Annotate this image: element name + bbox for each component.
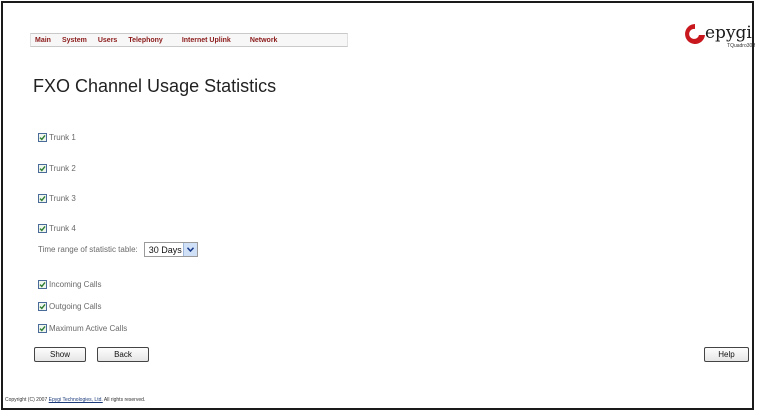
trunk-3-checkbox[interactable] — [38, 194, 47, 203]
check-icon — [39, 225, 46, 232]
nav-item-internet-uplink[interactable]: Internet Uplink — [182, 37, 231, 44]
max-active-calls-label: Maximum Active Calls — [49, 324, 128, 333]
epygi-swirl-icon — [685, 24, 705, 44]
footer-prefix: Copyright (C) 2007 — [5, 397, 48, 403]
check-icon — [39, 165, 46, 172]
check-icon — [39, 303, 46, 310]
nav-item-telephony[interactable]: Telephony — [128, 37, 162, 44]
outgoing-calls-row: Outgoing Calls — [38, 302, 101, 311]
nav-item-users[interactable]: Users — [98, 37, 117, 44]
trunk-1-row: Trunk 1 — [38, 133, 76, 142]
trunk-3-row: Trunk 3 — [38, 194, 76, 203]
check-icon — [39, 325, 46, 332]
footer-company-link[interactable]: Epygi Technologies, Ltd. — [49, 397, 103, 403]
time-range-select[interactable]: 30 Days — [143, 242, 198, 257]
trunk-3-label: Trunk 3 — [49, 194, 76, 203]
trunk-4-checkbox[interactable] — [38, 224, 47, 233]
trunk-2-row: Trunk 2 — [38, 164, 76, 173]
nav-item-system[interactable]: System — [62, 37, 87, 44]
trunk-2-label: Trunk 2 — [49, 164, 76, 173]
trunk-4-row: Trunk 4 — [38, 224, 76, 233]
incoming-calls-checkbox[interactable] — [38, 280, 47, 289]
footer: Copyright (C) 2007 Epygi Technologies, L… — [5, 397, 145, 403]
trunk-1-label: Trunk 1 — [49, 133, 76, 142]
nav-item-main[interactable]: Main — [35, 37, 51, 44]
trunk-1-checkbox[interactable] — [38, 133, 47, 142]
logo-model-text: TQuadro30ff — [727, 43, 755, 49]
max-active-calls-checkbox[interactable] — [38, 324, 47, 333]
max-active-calls-row: Maximum Active Calls — [38, 324, 127, 333]
time-range-label: Time range of statistic table: — [38, 245, 138, 254]
incoming-calls-row: Incoming Calls — [38, 280, 101, 289]
check-icon — [39, 281, 46, 288]
time-range-row: Time range of statistic table: 30 Days — [38, 242, 198, 257]
incoming-calls-label: Incoming Calls — [49, 280, 102, 289]
logo-brand-text: epygi — [705, 23, 752, 43]
back-button[interactable]: Back — [97, 347, 149, 362]
show-button[interactable]: Show — [34, 347, 86, 362]
chevron-down-icon[interactable] — [182, 243, 197, 256]
epygi-logo: epygi TQuadro30ff — [683, 21, 755, 57]
check-icon — [39, 195, 46, 202]
trunk-2-checkbox[interactable] — [38, 164, 47, 173]
check-icon — [39, 134, 46, 141]
page-title: FXO Channel Usage Statistics — [33, 76, 277, 96]
footer-suffix: All rights reserved. — [103, 397, 146, 403]
outgoing-calls-checkbox[interactable] — [38, 302, 47, 311]
main-nav: Main System Users Telephony Internet Upl… — [30, 33, 348, 47]
trunk-4-label: Trunk 4 — [49, 224, 76, 233]
nav-item-network[interactable]: Network — [250, 37, 278, 44]
time-range-value: 30 Days — [148, 244, 182, 255]
help-button[interactable]: Help — [704, 347, 749, 362]
outgoing-calls-label: Outgoing Calls — [49, 302, 102, 311]
